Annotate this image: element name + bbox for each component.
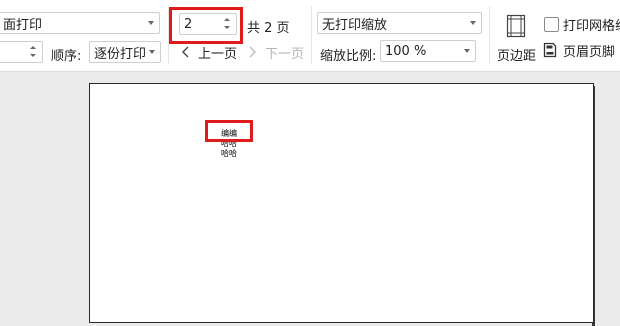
chevron-down-icon xyxy=(470,21,476,25)
collate-select[interactable]: 逐份打印 xyxy=(89,41,161,63)
header-footer-icon xyxy=(543,42,557,58)
prev-page-label: 上一页 xyxy=(198,46,238,62)
chevron-down-icon xyxy=(149,50,155,54)
scaling-select[interactable]: 无打印缩放 xyxy=(317,12,482,34)
chevron-left-icon xyxy=(182,46,189,58)
divider xyxy=(489,6,490,64)
next-page-button[interactable]: 下一页 xyxy=(248,43,305,62)
scaling-value: 无打印缩放 xyxy=(322,17,388,33)
cell-highlight xyxy=(205,120,253,142)
preview-line: 哈哈 xyxy=(221,149,237,158)
prev-page-button[interactable]: 上一页 xyxy=(181,43,238,62)
zoom-value: 100 % xyxy=(385,43,427,59)
header-footer-button[interactable]: 页眉页脚 xyxy=(543,41,616,60)
margins-icon xyxy=(506,14,526,38)
collate-label: 顺序: xyxy=(51,49,82,64)
chevron-right-icon xyxy=(249,46,256,58)
print-preview-toolbar: 面打印 顺序: 逐份打印 2 共 2 页 上一页 下一页 无打印缩放 缩放比例:… xyxy=(0,0,620,72)
collate-value: 逐份打印 xyxy=(94,46,147,62)
zoom-select[interactable]: 100 % xyxy=(380,40,476,62)
margins-button[interactable]: 页边距 xyxy=(496,12,536,64)
margins-label: 页边距 xyxy=(497,49,537,64)
next-page-label: 下一页 xyxy=(265,46,305,62)
gridlines-toggle[interactable]: 打印网格线 xyxy=(544,15,620,34)
print-mode-value: 面打印 xyxy=(3,17,43,33)
spin-arrows-icon xyxy=(29,44,37,60)
chevron-down-icon xyxy=(148,21,154,25)
copies-stepper[interactable] xyxy=(0,41,43,63)
gridlines-label: 打印网格线 xyxy=(563,18,620,34)
divider xyxy=(311,6,312,64)
zoom-label: 缩放比例: xyxy=(320,49,377,64)
print-mode-select[interactable]: 面打印 xyxy=(0,12,160,34)
page-total-label: 共 2 页 xyxy=(247,21,290,36)
gridlines-checkbox[interactable] xyxy=(544,16,559,32)
chevron-down-icon xyxy=(464,49,470,53)
header-footer-label: 页眉页脚 xyxy=(563,44,616,60)
preview-page: 编编 哈哈 哈哈 xyxy=(89,83,594,323)
page-number-highlight xyxy=(169,7,243,44)
